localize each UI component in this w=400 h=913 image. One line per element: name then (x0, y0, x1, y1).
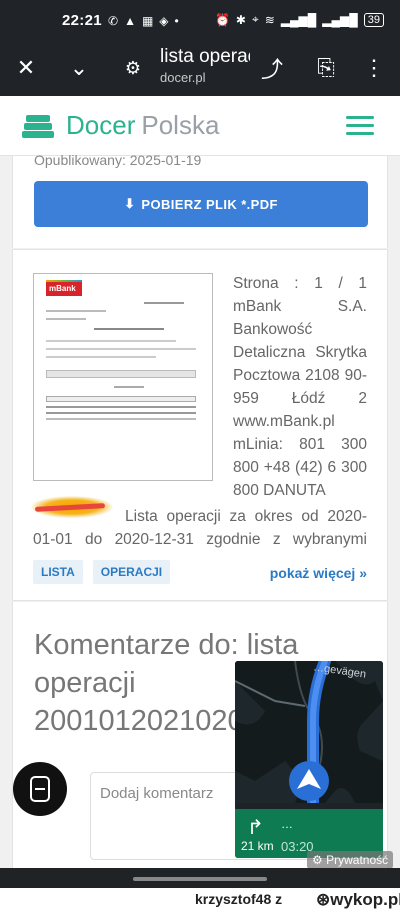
url-bar[interactable]: lista operacji docer.pl (160, 46, 250, 85)
page-host: docer.pl (160, 70, 206, 85)
menu-icon[interactable] (346, 116, 374, 136)
docer-logo[interactable]: Docer Polska (20, 110, 219, 141)
download-pdf-button[interactable]: ⬇ POBIERZ PLIK *.PDF (34, 181, 368, 227)
download-icon: ⬇ (124, 196, 136, 211)
wykop-site: wykop.pl (330, 890, 400, 909)
document-preview-card: mBank Strona : 1 / 1 mBank S.A. Bankowoś… (12, 249, 388, 601)
more-notifications-icon: • (174, 14, 179, 28)
download-label: POBIERZ PLIK *.PDF (141, 196, 278, 212)
system-icons: ⏰ ✱ ⌖ ≋ ▂▄▆█ ▂▄▆█ 39 (215, 12, 384, 27)
screen-capture-icon (30, 776, 50, 802)
brand-suffix: Polska (141, 110, 220, 140)
next-instruction: … (281, 817, 293, 831)
comment-placeholder: Dodaj komentarz (100, 785, 214, 802)
wykop-watermark: krzysztof48 z ⊛wykop.pl (0, 888, 400, 913)
share-icon[interactable]: ⤴ (256, 52, 288, 84)
notification-icons: ✆ ▲ ▦ ◈ • (108, 14, 179, 28)
privacy-label: Prywatność (326, 853, 389, 867)
signal2-icon: ▂▄▆█ (322, 12, 358, 27)
wykop-logo: ⊛wykop.pl (316, 890, 400, 910)
clock: 22:21 (62, 12, 102, 29)
site-settings-icon[interactable]: ⚙ (117, 52, 149, 84)
turn-right-icon: ↱ (247, 817, 264, 839)
app-icon: ▦ (141, 14, 154, 28)
alarm-icon: ⏰ (214, 12, 230, 27)
floating-assistant-button[interactable] (13, 762, 67, 816)
navigation-pip-window[interactable]: …gevägen ↱ 21 km … 03:20 (235, 661, 383, 858)
signal-icon: ▂▄▆█ (280, 12, 317, 27)
wykop-icon: ⊛ (316, 890, 331, 909)
map-view (235, 661, 383, 803)
gear-icon: ⚙ (312, 853, 323, 867)
watermark-user: krzysztof48 z (195, 891, 283, 907)
location-icon: ⌖ (251, 12, 259, 26)
page-title: lista operacji (160, 46, 250, 67)
close-icon[interactable]: ✕ (10, 52, 42, 84)
navigation-icon: ▲ (124, 14, 136, 28)
more-menu-icon[interactable]: ⋮ (358, 52, 390, 84)
books-icon (22, 114, 54, 138)
distance: 21 km (241, 839, 274, 853)
document-header-card: Opublikowany: 2025-01-19 ⬇ POBIERZ PLIK … (12, 152, 388, 248)
privacy-badge[interactable]: ⚙ Prywatność (307, 851, 394, 869)
document-text-side: Strona : 1 / 1 mBank S.A. Bankowość Deta… (233, 275, 367, 499)
status-bar: 22:21 ✆ ▲ ▦ ◈ • ⏰ ✱ ⌖ ≋ ▂▄▆█ ▂▄▆█ 39 (0, 0, 400, 40)
bookmark-icon[interactable]: ⎘ (310, 52, 342, 84)
tag-list: LISTA OPERACJI (33, 560, 171, 584)
published-date: Opublikowany: 2025-01-19 (34, 152, 202, 168)
show-more-link[interactable]: pokaż więcej » (270, 565, 367, 581)
brand-name: Docer (66, 110, 136, 140)
tag-lista[interactable]: LISTA (33, 560, 83, 584)
bluetooth-icon: ✱ (235, 12, 246, 27)
site-header: Docer Polska (0, 96, 400, 156)
wifi-icon: ≋ (264, 12, 275, 27)
chevron-down-icon[interactable]: ⌄ (63, 52, 95, 84)
home-indicator[interactable] (133, 877, 267, 881)
battery-icon: 39 (363, 12, 384, 27)
document-thumbnail[interactable]: mBank (33, 273, 213, 481)
browser-toolbar: ✕ ⌄ ⚙ lista operacji docer.pl ⤴ ⎘ ⋮ (0, 40, 400, 96)
thumbnail-logo: mBank (46, 282, 82, 296)
tinder-icon: ◈ (159, 14, 169, 28)
screen: 22:21 ✆ ▲ ▦ ◈ • ⏰ ✱ ⌖ ≋ ▂▄▆█ ▂▄▆█ 39 ✕ ⌄… (0, 0, 400, 913)
phone-icon: ✆ (108, 14, 119, 28)
tag-operacji[interactable]: OPERACJI (92, 560, 171, 584)
gesture-bar (0, 868, 400, 888)
document-text-bottom: Lista operacji za okres od 2020-01-01 do… (33, 508, 367, 548)
